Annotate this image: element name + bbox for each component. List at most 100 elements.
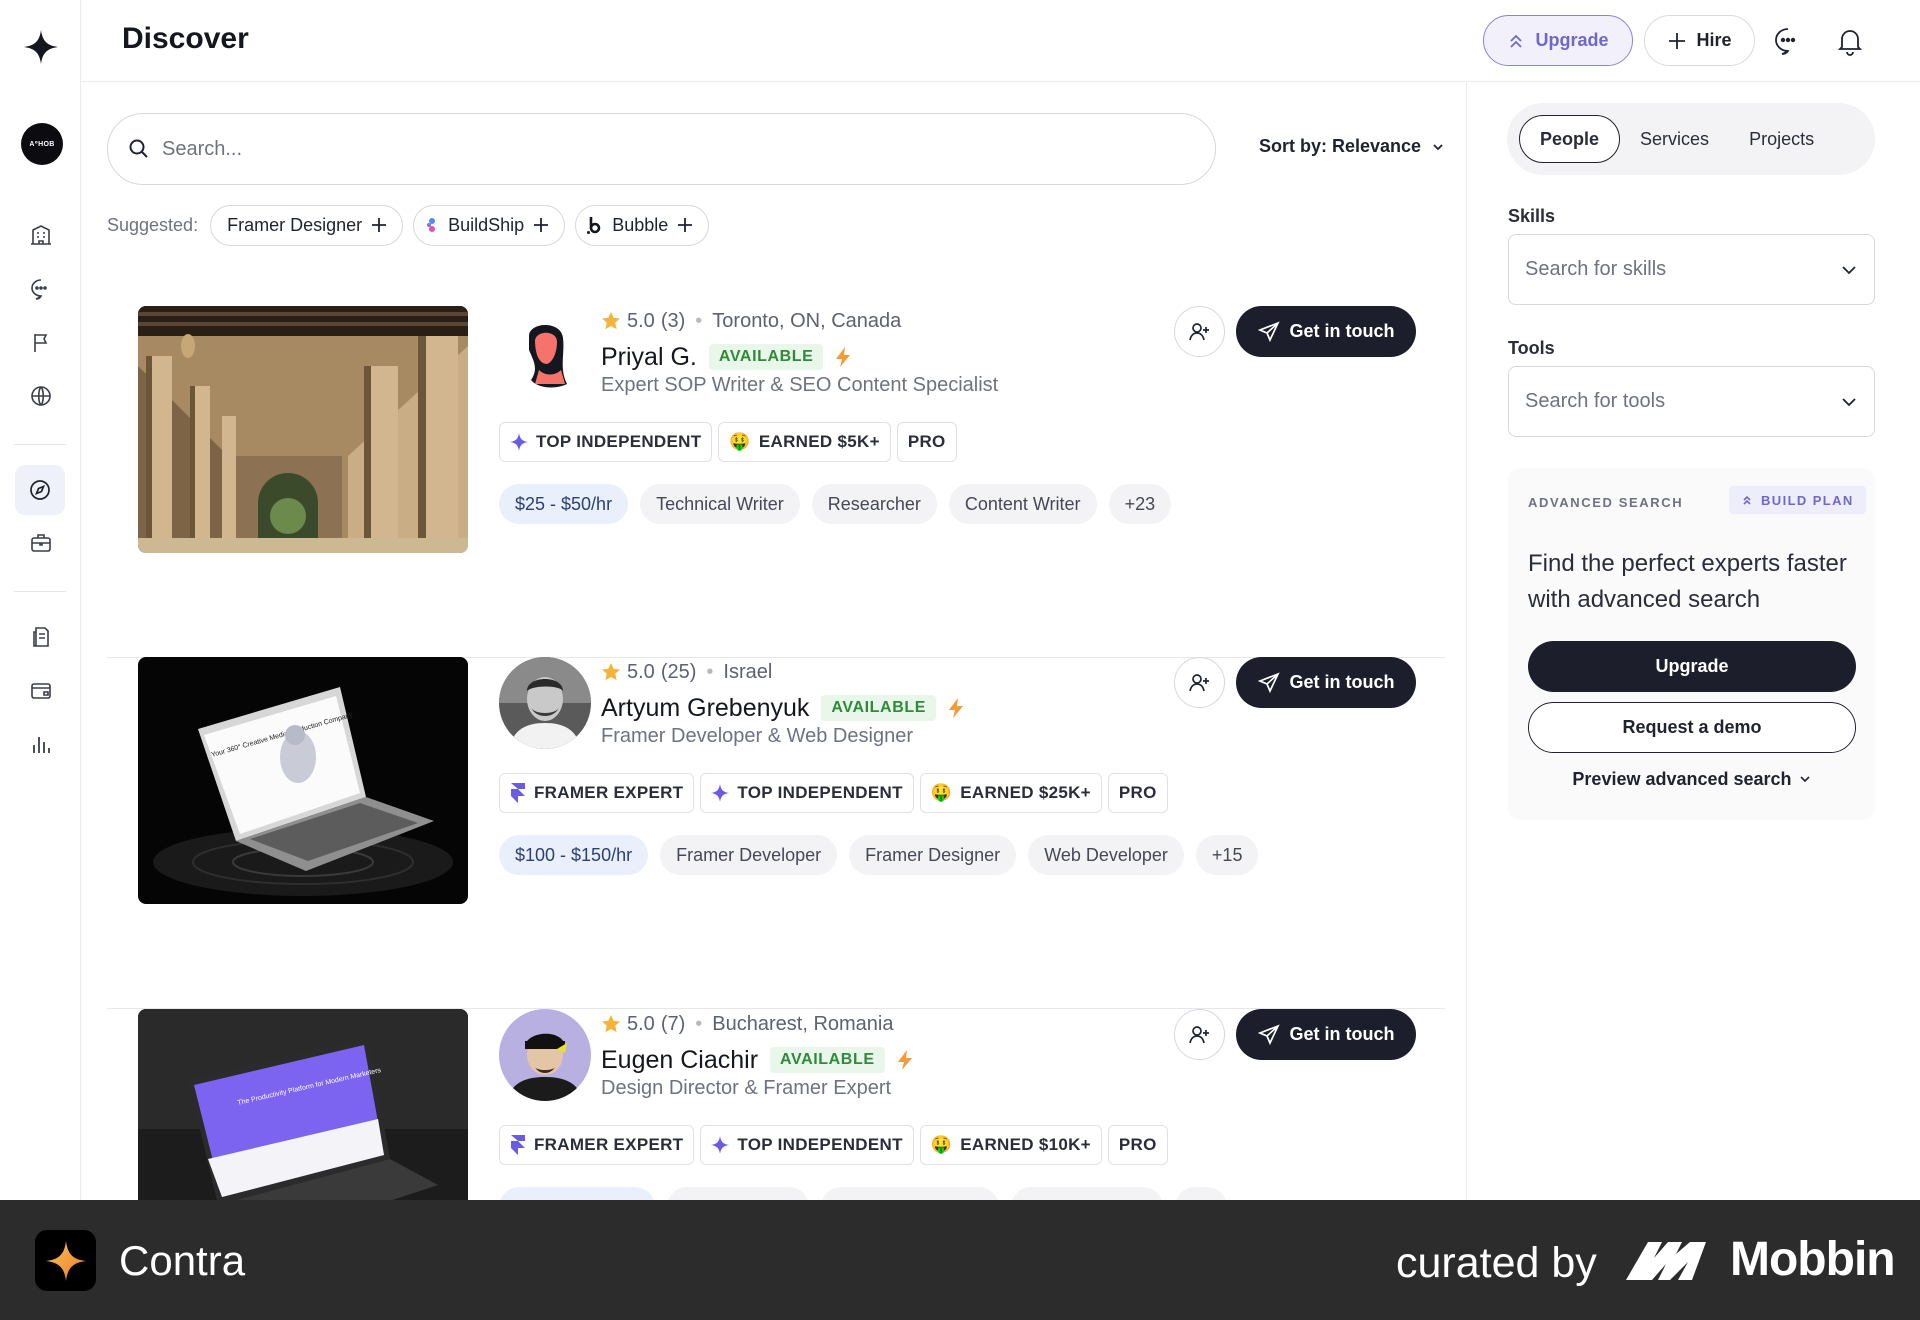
tab-projects[interactable]: Projects — [1729, 115, 1834, 163]
organization-avatar[interactable]: A⁰HOB — [21, 123, 63, 165]
suggested-chip[interactable]: BuildShip — [413, 204, 566, 246]
bell-icon[interactable] — [1835, 26, 1865, 56]
left-rail: A⁰HOB — [0, 0, 81, 1200]
app-name: Contra — [119, 1237, 246, 1284]
search-bar[interactable] — [107, 113, 1216, 185]
preview-advanced-search-link[interactable]: Preview advanced search — [1528, 765, 1856, 793]
follow-button[interactable] — [1174, 306, 1225, 357]
chevron-down-icon — [1799, 776, 1810, 783]
suggested-row: Suggested: Framer Designer BuildShip Bub… — [107, 204, 710, 246]
curated-by-label: curated by — [1396, 1239, 1597, 1287]
add-user-icon — [1188, 673, 1209, 691]
bubble-icon — [587, 217, 601, 234]
framer-icon — [511, 783, 525, 803]
cta-label: Get in touch — [1289, 672, 1395, 692]
search-input[interactable] — [162, 137, 1062, 161]
skill-tag[interactable]: Framer Developer — [660, 835, 838, 875]
follow-button[interactable] — [1174, 1009, 1225, 1060]
request-demo-button[interactable]: Request a demo — [1528, 702, 1856, 753]
compass-icon[interactable] — [15, 465, 65, 515]
review-count: (3) — [660, 309, 686, 332]
badge: 🤑 EARNED $10K+ — [919, 1125, 1102, 1165]
skill-tag[interactable]: Web Developer — [1028, 835, 1184, 875]
upgrade-button[interactable]: Upgrade — [1483, 15, 1633, 66]
profile-card[interactable]: The Productivity Platform for Modern Mar… — [107, 1009, 1445, 1200]
skill-tag[interactable]: Framer Designer — [849, 835, 1017, 875]
rate-tag: $100 - $150/hr — [499, 835, 649, 875]
badge: PRO — [1107, 773, 1168, 813]
upgrade-plan-button[interactable]: Upgrade — [1528, 641, 1856, 692]
document-icon[interactable] — [28, 624, 54, 650]
hire-button[interactable]: Hire — [1644, 15, 1755, 66]
badge-row: FRAMER EXPERT TOP INDEPENDENT 🤑 EARNED $… — [499, 1125, 1168, 1165]
chat-icon[interactable] — [28, 276, 54, 302]
profile-name[interactable]: Priyal G. — [601, 343, 697, 372]
messages-icon[interactable] — [1773, 26, 1803, 56]
rating-row: 5.0 (25) • Israel — [601, 657, 772, 687]
tools-select[interactable]: Search for tools — [1508, 366, 1875, 437]
filter-panel: People Services Projects Skills Search f… — [1466, 82, 1920, 1200]
avatar[interactable] — [499, 657, 591, 749]
avatar[interactable] — [499, 306, 591, 398]
avatar[interactable] — [499, 1009, 591, 1101]
page-title: Discover — [122, 22, 249, 55]
advanced-search-card: ADVANCED SEARCH BUILD PLAN Find the perf… — [1508, 468, 1875, 820]
profile-name[interactable]: Artyum Grebenyuk — [601, 694, 809, 723]
skill-tag[interactable]: Content Writer — [948, 484, 1097, 524]
plus-icon — [534, 218, 549, 232]
portfolio-thumbnail[interactable] — [138, 306, 468, 553]
framer-icon — [511, 1135, 525, 1155]
profile-card[interactable]: Your 360° Creative Media Production Comp… — [107, 657, 1445, 1009]
discover-main: Sort by: Relevance Suggested: Framer Des… — [81, 82, 1466, 1200]
bar-chart-icon[interactable] — [28, 731, 54, 757]
status-badge: AVAILABLE — [708, 344, 824, 370]
name-row: Artyum Grebenyuk AVAILABLE — [601, 691, 964, 725]
tools-placeholder: Search for tools — [1525, 390, 1666, 412]
skill-tag[interactable] — [821, 1187, 999, 1200]
portfolio-thumbnail[interactable]: The Productivity Platform for Modern Mar… — [138, 1009, 468, 1200]
skill-tag[interactable]: Technical Writer — [640, 484, 800, 524]
get-in-touch-button[interactable]: Get in touch — [1236, 1009, 1416, 1060]
separator-dot: • — [695, 309, 703, 332]
tools-label: Tools — [1508, 338, 1555, 358]
money-face-icon: 🤑 — [930, 1135, 953, 1154]
contra-logo-icon[interactable] — [24, 30, 58, 64]
get-in-touch-button[interactable]: Get in touch — [1236, 306, 1416, 357]
wallet-icon[interactable] — [28, 677, 54, 703]
send-icon — [1257, 320, 1280, 342]
name-row: Priyal G. AVAILABLE — [601, 340, 851, 374]
more-skills-tag[interactable]: +15 — [1195, 835, 1259, 875]
skill-tag[interactable] — [1011, 1187, 1163, 1200]
get-in-touch-button[interactable]: Get in touch — [1236, 657, 1416, 708]
sparkle-icon — [510, 433, 528, 451]
globe-icon[interactable] — [28, 383, 54, 409]
mobbin-brand: Mobbin — [1730, 1233, 1896, 1286]
app-window: A⁰HOB Discover Upgrade Hire Search... So… — [0, 0, 1920, 1200]
lightning-icon — [949, 698, 964, 718]
more-skills-tag[interactable] — [1175, 1187, 1227, 1200]
profile-name[interactable]: Eugen Ciachir — [601, 1046, 758, 1075]
rating-value: 5.0 — [627, 1012, 655, 1035]
skill-tags: $25 - $50/hr Technical Writer Researcher… — [499, 484, 1172, 524]
lightning-icon — [897, 1050, 912, 1070]
chevron-down-icon — [1433, 143, 1443, 150]
more-skills-tag[interactable]: +23 — [1108, 484, 1172, 524]
skills-select[interactable]: Search for skills — [1508, 234, 1875, 305]
tab-people[interactable]: People — [1519, 115, 1621, 163]
skill-tag[interactable] — [667, 1187, 809, 1200]
tab-services[interactable]: Services — [1620, 115, 1729, 163]
suggested-chip[interactable]: Bubble — [575, 204, 710, 246]
flag-icon[interactable] — [28, 329, 54, 355]
badge-label: EARNED $25K+ — [960, 783, 1091, 802]
portfolio-thumbnail[interactable]: Your 360° Creative Media Production Comp… — [138, 657, 468, 904]
status-badge: AVAILABLE — [770, 1047, 885, 1073]
search-icon — [129, 139, 148, 158]
follow-button[interactable] — [1174, 657, 1225, 708]
suggested-chip[interactable]: Framer Designer — [210, 204, 404, 246]
profile-card[interactable]: 5.0 (3) • Toronto, ON, Canada Priyal G. … — [107, 306, 1445, 658]
skill-tag[interactable]: Researcher — [811, 484, 937, 524]
briefcase-icon[interactable] — [28, 530, 54, 556]
sort-dropdown[interactable]: Sort by: Relevance — [1259, 136, 1445, 157]
location: Bucharest, Romania — [712, 1012, 894, 1035]
building-icon[interactable] — [28, 222, 54, 248]
